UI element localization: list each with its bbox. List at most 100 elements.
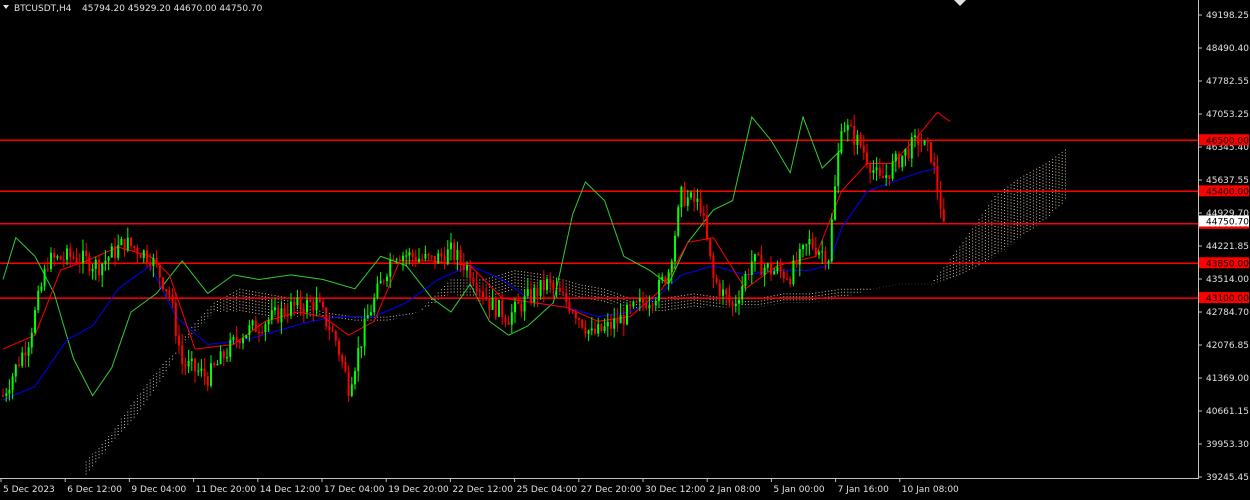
candle-body [574,312,577,319]
candle-body [635,301,638,303]
candle-body [642,298,644,304]
candle-body [117,245,120,258]
candle-body [386,276,388,281]
candle-body [376,283,379,298]
candle-body [434,255,436,264]
candle-body [562,292,564,294]
candle-body [226,357,228,359]
candle-body [613,318,616,329]
candle-body [805,244,808,246]
candle-body [354,371,356,385]
candle-body [581,319,584,328]
level-label: 43100.00 [1206,294,1249,304]
candle-body [168,291,171,295]
candle-body [277,307,280,323]
x-tick-label: 2 Jan 08:00 [709,485,761,495]
candle-body [485,296,488,300]
candle-body [437,253,440,264]
candle-body [5,393,8,396]
current-price-label: 44750.70 [1206,217,1249,227]
candle-body [123,238,126,251]
candle-body [453,242,456,261]
y-tick-label: 39953.30 [1206,440,1249,450]
candle-body [158,264,161,278]
x-tick-label: 10 Jan 08:00 [902,485,959,495]
candle-body [30,332,33,348]
candle-body [488,299,491,310]
candle-body [165,289,168,292]
candle-body [373,297,376,313]
candle-body [200,368,203,371]
candle-body [606,321,609,327]
candle-body [738,299,740,304]
candle-body [616,318,619,324]
candle-body [62,259,65,261]
candle-body [664,276,667,284]
candle-body [709,238,712,256]
candle-body [885,175,888,178]
ohlc-readout: 45794.20 45929.20 44670.00 44750.70 [82,4,263,14]
candle-body [942,209,945,222]
candle-body [587,330,590,334]
candle-body [338,340,340,356]
candle-body [146,250,148,263]
candle-body [514,301,516,313]
candle-body [722,289,724,296]
candle-body [536,287,539,296]
candle-body [674,235,676,262]
candle-body [597,324,600,334]
candle-body [856,134,859,145]
candle-body [389,259,392,277]
candle-body [526,288,529,297]
candle-body [910,137,913,159]
candle-body [78,262,81,264]
candle-body [475,283,478,291]
y-tick-label: 41369.00 [1206,374,1249,384]
candle-body [645,303,648,309]
candle-body [283,308,286,316]
candle-body [142,250,145,259]
candle-body [600,324,603,331]
candle-body [306,299,308,313]
candle-body [667,272,670,284]
x-tick-label: 22 Dec 12:00 [452,485,513,495]
candle-body [930,142,932,162]
candle-body [584,327,587,334]
candle-body [821,251,824,253]
candle-body [395,259,398,261]
x-tick-label: 30 Dec 12:00 [645,485,706,495]
candle-body [328,326,331,331]
candle-body [782,271,785,279]
candle-body [2,395,4,397]
candle-body [43,268,46,287]
candle-body [789,278,792,285]
candle-body [843,130,846,132]
y-tick-label: 45637.55 [1206,176,1249,186]
candle-body [677,207,680,236]
candle-body [472,278,475,284]
candle-body [331,330,334,332]
candle-body [760,254,763,276]
candle-body [917,135,920,146]
candle-body [558,287,561,293]
candle-body [744,274,747,287]
candle-body [302,308,305,313]
candle-body [757,254,760,256]
candle-body [552,283,555,289]
y-tick-label: 43514.00 [1206,275,1249,285]
candle-body [219,351,222,364]
candle-body [88,256,91,272]
candle-body [171,294,174,303]
candle-body [539,280,542,296]
candle-body [402,255,404,261]
candle-body [530,288,532,303]
candle-body [504,317,507,322]
y-tick-label: 42076.85 [1206,341,1249,351]
x-tick-label: 25 Dec 04:00 [517,485,578,495]
candle-body [466,265,468,271]
price-chart[interactable]: 49198.2548490.4047782.5547053.2546345.40… [0,0,1250,500]
candle-body [578,318,580,320]
candle-body [11,376,14,390]
candle-body [174,302,177,336]
candle-body [686,197,689,206]
